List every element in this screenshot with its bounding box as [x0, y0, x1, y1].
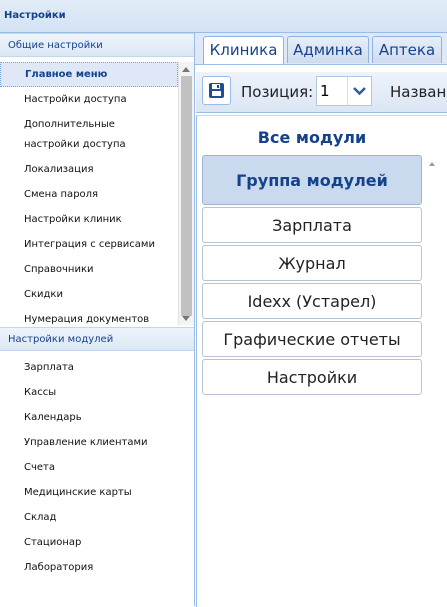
nav-item-calendar[interactable]: Календарь [0, 405, 178, 430]
name-label: Названи [390, 83, 447, 101]
position-input[interactable] [317, 77, 347, 105]
nav-item-localization[interactable]: Локализация [0, 157, 178, 182]
nav-item-warehouse[interactable]: Склад [0, 505, 178, 530]
module-button-label: Idexx (Устарел) [247, 292, 377, 311]
modules-panel: Все модули Группа модулей Зарплата Журна… [196, 115, 447, 607]
chevron-down-icon [353, 87, 366, 96]
settings-nav-panel: Общие настройки Главное меню Настройки д… [0, 33, 195, 606]
save-icon [209, 83, 224, 98]
nav-item-label: Настройки доступа [24, 94, 127, 105]
nav-item-clinic-settings[interactable]: Настройки клиник [0, 207, 178, 232]
nav-item-label: Стационар [24, 537, 82, 548]
nav-item-cash-registers[interactable]: Кассы [0, 380, 178, 405]
module-salary-button[interactable]: Зарплата [202, 207, 422, 243]
nav-item-label: Смена пароля [24, 189, 99, 200]
nav-item-label: Главное меню [25, 69, 108, 80]
scroll-down-arrow-icon[interactable] [182, 316, 190, 321]
module-button-label: Зарплата [272, 216, 352, 235]
tab-pharmacy[interactable]: Аптека [372, 36, 442, 63]
general-settings-header-label: Общие настройки [8, 40, 103, 51]
position-label: Позиция: [241, 83, 314, 101]
module-button-label: Группа модулей [236, 171, 388, 190]
nav-item-label: Склад [24, 512, 57, 523]
nav-item-access-settings[interactable]: Настройки доступа [0, 87, 178, 112]
nav-item-client-management[interactable]: Управление клиентами [0, 430, 178, 455]
module-button-label: Настройки [266, 368, 358, 387]
nav-item-laboratory[interactable]: Лаборатория [0, 555, 178, 580]
toolbar: Позиция: Названи [196, 72, 447, 113]
nav-item-main-menu[interactable]: Главное меню [0, 62, 178, 87]
window-title-bar: Настройки [0, 0, 447, 33]
nav-item-label: Настройки клиник [24, 214, 122, 225]
modules-title: Все модули [257, 128, 367, 147]
position-combobox[interactable] [316, 76, 372, 106]
nav-item-inpatient[interactable]: Стационар [0, 530, 178, 555]
scroll-up-arrow-icon[interactable] [182, 67, 190, 72]
module-settings-header[interactable]: Настройки модулей [0, 327, 194, 351]
position-dropdown-trigger[interactable] [347, 77, 371, 105]
module-settings-header-label: Настройки модулей [8, 334, 114, 345]
nav-item-label: Лаборатория [24, 562, 94, 573]
general-settings-header[interactable]: Общие настройки [0, 33, 194, 57]
tab-clinic[interactable]: Клиника [203, 36, 284, 64]
tab-admin[interactable]: Админка [287, 36, 369, 63]
module-settings-list: Зарплата Кассы Календарь Управление клие… [0, 355, 178, 605]
nav-scrollbar[interactable] [178, 62, 194, 325]
nav-item-document-numbering[interactable]: Нумерация документов [0, 307, 178, 325]
tab-strip: Клиника Админка Аптека [195, 33, 447, 65]
window-title: Настройки [4, 10, 66, 21]
module-idexx-button[interactable]: Idexx (Устарел) [202, 283, 422, 319]
nav-item-invoices[interactable]: Счета [0, 455, 178, 480]
tab-label: Клиника [209, 41, 278, 59]
tab-label: Аптека [378, 41, 436, 59]
module-settings-button[interactable]: Настройки [202, 359, 422, 395]
nav-item-directories[interactable]: Справочники [0, 257, 178, 282]
module-group-button[interactable]: Группа модулей [202, 155, 422, 205]
general-settings-list: Главное меню Настройки доступа Дополните… [0, 62, 178, 325]
module-graphic-reports-button[interactable]: Графические отчеты [202, 321, 422, 357]
nav-item-additional-access-settings[interactable]: Дополнительные настройки доступа [0, 112, 178, 157]
nav-item-change-password[interactable]: Смена пароля [0, 182, 178, 207]
nav-item-label: Дополнительные настройки доступа [24, 119, 126, 150]
nav-item-discounts[interactable]: Скидки [0, 282, 178, 307]
nav-scroll-thumb[interactable] [181, 76, 192, 316]
nav-item-label: Счета [24, 462, 55, 473]
nav-item-label: Медицинские карты [24, 487, 132, 498]
nav-item-service-integration[interactable]: Интеграция с сервисами [0, 232, 178, 257]
nav-item-label: Кассы [24, 387, 57, 398]
modules-scroll-up-icon[interactable] [429, 162, 435, 166]
nav-item-salary[interactable]: Зарплата [0, 355, 178, 380]
nav-item-label: Локализация [24, 164, 94, 175]
nav-item-label: Календарь [24, 412, 82, 423]
nav-item-medical-records[interactable]: Медицинские карты [0, 480, 178, 505]
nav-item-label: Зарплата [24, 362, 74, 373]
nav-item-label: Интеграция с сервисами [24, 239, 155, 250]
module-journal-button[interactable]: Журнал [202, 245, 422, 281]
module-button-label: Графические отчеты [223, 330, 401, 349]
save-button[interactable] [202, 76, 231, 105]
nav-item-label: Нумерация документов [24, 314, 150, 325]
tab-label: Админка [293, 41, 363, 59]
nav-item-label: Скидки [24, 289, 63, 300]
module-button-label: Журнал [278, 254, 346, 273]
nav-item-label: Справочники [24, 264, 94, 275]
nav-item-label: Управление клиентами [24, 437, 148, 448]
